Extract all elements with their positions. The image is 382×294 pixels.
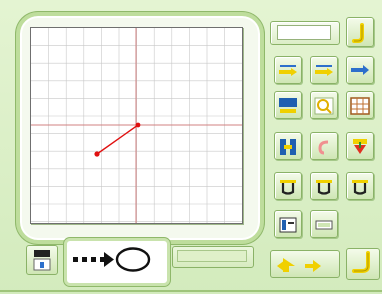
- memory-icon: [279, 217, 297, 233]
- coordinate-readout: [277, 25, 331, 40]
- foot-icon: [352, 180, 368, 195]
- value-field[interactable]: [172, 246, 254, 268]
- point-icon: [279, 98, 297, 113]
- stitch-pattern-display[interactable]: [64, 238, 170, 286]
- mode-button[interactable]: [26, 245, 58, 275]
- memory-button[interactable]: [274, 210, 302, 238]
- page-nav-button[interactable]: [270, 250, 340, 278]
- coordinate-display: [270, 21, 340, 45]
- feed-button-3[interactable]: [346, 56, 374, 84]
- arrow-right-icon: [279, 65, 297, 76]
- stitch-line: [96, 124, 139, 155]
- return-button[interactable]: [346, 248, 380, 280]
- thread-icon: [318, 140, 329, 155]
- foot-button-2[interactable]: [310, 172, 338, 200]
- arrow-right-icon: [351, 65, 369, 75]
- undo-button[interactable]: [346, 17, 374, 47]
- dotted-arrow-oval-icon: [73, 247, 151, 272]
- zoom-button[interactable]: [310, 91, 338, 119]
- needle-drop-icon: [353, 139, 367, 154]
- stitch-point-end[interactable]: [94, 151, 100, 157]
- mode-icon: [33, 250, 51, 271]
- grid-icon: [350, 97, 370, 115]
- point-button[interactable]: [274, 91, 302, 119]
- stitch-canvas-svg: [31, 28, 242, 223]
- setting-button[interactable]: [310, 210, 338, 238]
- foot-icon: [316, 180, 332, 195]
- stitch-canvas[interactable]: [30, 27, 243, 224]
- arrow-right-icon: [315, 65, 333, 76]
- stitch-point-origin[interactable]: [135, 122, 141, 128]
- bottom-divider: [0, 290, 382, 292]
- magnifier-icon: [314, 97, 334, 115]
- foot-icon: [280, 180, 296, 195]
- grid-button[interactable]: [346, 91, 374, 119]
- foot-button-1[interactable]: [274, 172, 302, 200]
- presser-icon: [280, 139, 296, 155]
- setting-icon: [315, 220, 333, 230]
- double-arrow-icon: [277, 258, 321, 272]
- foot-button-3[interactable]: [346, 172, 374, 200]
- undo-arrow-icon: [352, 23, 364, 43]
- presser-button[interactable]: [274, 132, 302, 160]
- feed-button-1[interactable]: [274, 56, 302, 84]
- thread-button[interactable]: [310, 132, 338, 160]
- feed-button-2[interactable]: [310, 56, 338, 84]
- needle-button[interactable]: [346, 132, 374, 160]
- value-field-text: [177, 250, 247, 262]
- return-arrow-icon: [352, 251, 370, 273]
